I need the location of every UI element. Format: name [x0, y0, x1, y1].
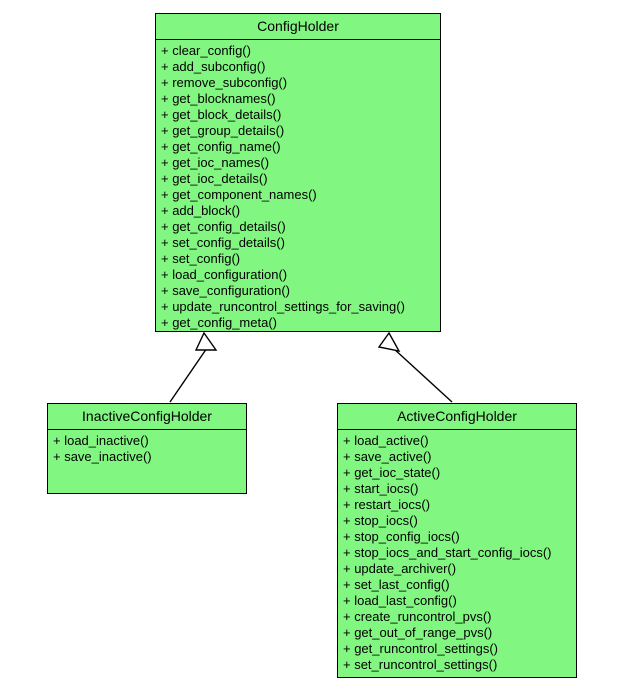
edge-active-line [392, 347, 453, 403]
class-method: + get_config_details() [161, 219, 286, 234]
class-method: + save_active() [343, 449, 432, 464]
class-method: + restart_iocs() [343, 497, 431, 512]
class-box-configholder[interactable]: ConfigHolder + clear_config() + add_subc… [155, 13, 441, 332]
class-method: + stop_iocs() [343, 513, 418, 528]
inheritance-triangle-icon [377, 331, 401, 352]
class-method: + remove_subconfig() [161, 75, 288, 90]
uml-class-diagram: ConfigHolder + clear_config() + add_subc… [0, 0, 636, 700]
class-method: + start_iocs() [343, 481, 419, 496]
class-method: + get_config_meta() [161, 315, 277, 330]
class-method: + get_block_details() [161, 107, 282, 122]
class-method: + get_ioc_state() [343, 465, 441, 480]
edge-inactive-line [169, 347, 208, 403]
class-box-activeconfigholder[interactable]: ActiveConfigHolder + load_active() + sav… [337, 403, 577, 678]
class-method: + get_runcontrol_settings() [343, 641, 499, 656]
class-method: + stop_iocs_and_start_config_iocs() [343, 545, 552, 560]
class-members-activeconfigholder: + load_active() + save_active() + get_io… [338, 430, 576, 677]
class-box-inactiveconfigholder[interactable]: InactiveConfigHolder + load_inactive() +… [47, 403, 247, 494]
class-method: + get_ioc_names() [161, 155, 270, 170]
class-method: + set_config() [161, 251, 241, 266]
class-name-inactiveconfigholder: InactiveConfigHolder [48, 404, 246, 430]
class-method: + set_runcontrol_settings() [343, 657, 498, 672]
class-method: + save_inactive() [53, 449, 152, 464]
edge-active-to-config [377, 331, 453, 403]
class-method: + get_component_names() [161, 187, 317, 202]
class-method: + get_out_of_range_pvs() [343, 625, 493, 640]
class-members-inactiveconfigholder: + load_inactive() + save_inactive() [48, 430, 246, 469]
class-name-activeconfigholder: ActiveConfigHolder [338, 404, 576, 430]
class-method: + update_archiver() [343, 561, 457, 576]
class-method: + load_configuration() [161, 267, 288, 282]
edge-inactive-to-config [169, 331, 218, 403]
class-method: + add_block() [161, 203, 241, 218]
class-method: + get_ioc_details() [161, 171, 268, 186]
class-method: + update_runcontrol_settings_for_saving(… [161, 299, 405, 314]
class-method: + clear_config() [161, 43, 251, 58]
class-members-configholder: + clear_config() + add_subconfig() + rem… [156, 40, 440, 335]
class-method: + set_config_details() [161, 235, 285, 250]
class-method: + get_config_name() [161, 139, 281, 154]
class-method: + load_last_config() [343, 593, 457, 608]
class-method: + stop_config_iocs() [343, 529, 460, 544]
class-method: + add_subconfig() [161, 59, 266, 74]
class-method: + load_inactive() [53, 433, 149, 448]
class-method: + save_configuration() [161, 283, 290, 298]
class-method: + create_runcontrol_pvs() [343, 609, 492, 624]
class-method: + get_blocknames() [161, 91, 276, 106]
class-method: + set_last_config() [343, 577, 450, 592]
inheritance-triangle-icon [194, 331, 218, 351]
class-method: + get_group_details() [161, 123, 285, 138]
class-method: + load_active() [343, 433, 429, 448]
class-name-configholder: ConfigHolder [156, 14, 440, 40]
